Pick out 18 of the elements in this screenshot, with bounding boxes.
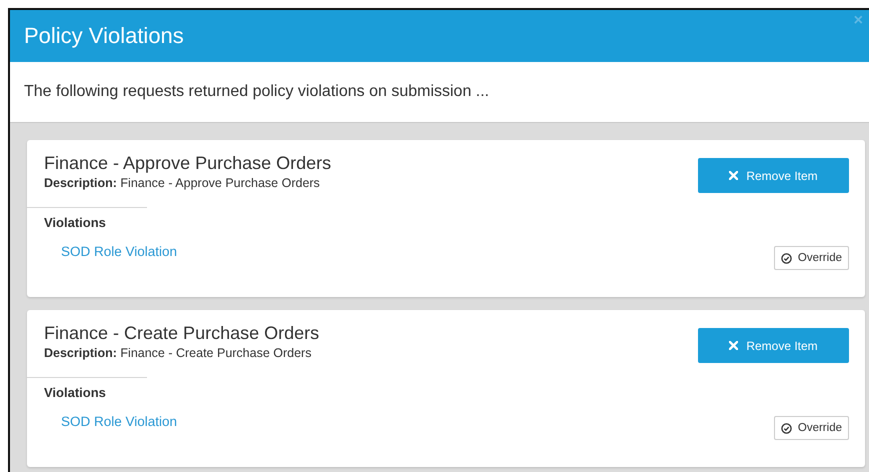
request-description: Description: Finance - Create Purchase Orders xyxy=(44,346,312,360)
remove-item-button[interactable]: Remove Item xyxy=(698,328,849,363)
remove-item-button[interactable]: Remove Item xyxy=(698,158,849,193)
violations-heading: Violations xyxy=(44,385,107,400)
violation-link[interactable]: SOD Role Violation xyxy=(61,244,178,258)
intro-text: The following requests returned policy violations on submission ... xyxy=(24,83,490,101)
request-description: Description: Finance - Approve Purchase Orders xyxy=(44,176,321,190)
violations-heading: Violations xyxy=(44,215,107,230)
close-icon xyxy=(729,341,738,350)
check-circle-icon xyxy=(780,422,792,434)
dialog-title: Policy Violations xyxy=(24,23,184,49)
check-circle-icon xyxy=(780,252,792,264)
override-button[interactable]: Override xyxy=(774,416,849,440)
violation-link[interactable]: SOD Role Violation xyxy=(61,414,178,428)
close-icon xyxy=(729,171,738,180)
request-title: Finance - Create Purchase Orders xyxy=(44,323,320,344)
override-button[interactable]: Override xyxy=(774,246,849,270)
request-title: Finance - Approve Purchase Orders xyxy=(44,153,332,174)
